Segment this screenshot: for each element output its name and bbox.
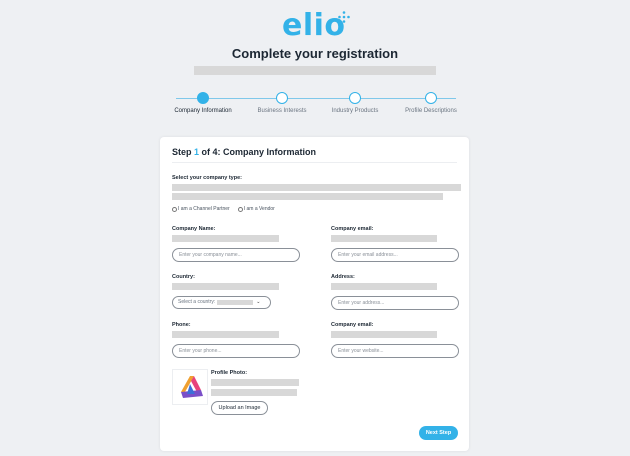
hint-placeholder (172, 283, 279, 290)
country-select[interactable]: Select a country: ⌄ (172, 296, 271, 309)
step-indicator (349, 92, 361, 104)
radio-label: I am a Vendor (243, 206, 275, 212)
company-logo-icon (181, 376, 203, 398)
country-select-placeholder: Select a country: (178, 299, 216, 305)
registration-stepper: Company Information Business Interests I… (0, 92, 630, 122)
step-indicator (276, 92, 288, 104)
profile-photo (172, 369, 208, 405)
step-profile-descriptions[interactable]: Profile Descriptions (376, 92, 486, 114)
radio-icon (237, 206, 243, 212)
upload-image-button[interactable]: Upload an Image (211, 401, 268, 415)
step-indicator (197, 92, 209, 104)
registration-card: Step 1 of 4: Company Information Select … (160, 137, 469, 451)
subtitle-placeholder (194, 66, 436, 75)
elio-logo: elio (282, 8, 350, 44)
radio-icon (172, 206, 177, 212)
hint-placeholder (172, 235, 279, 242)
step-indicator (425, 92, 437, 104)
logo-text: elio (282, 8, 346, 43)
description-placeholder (172, 184, 461, 191)
page-title: Complete your registration (231, 46, 399, 61)
step-label: Profile Descriptions (405, 108, 457, 114)
card-divider (172, 162, 457, 163)
profile-photo-label: Profile Photo: (211, 370, 248, 376)
company-type-options: I am a Channel Partner I am a Vendor (172, 206, 279, 212)
logo-dots-icon (338, 11, 350, 23)
chevron-down-icon: ⌄ (256, 299, 261, 305)
website-label: Company email: (331, 322, 374, 328)
phone-input[interactable]: Enter your phone... (172, 344, 300, 358)
next-step-button[interactable]: Next Step (419, 426, 458, 440)
phone-label: Phone: (172, 322, 191, 328)
hint-placeholder (331, 283, 437, 290)
card-title: Step 1 of 4: Company Information (172, 147, 316, 157)
company-email-input[interactable]: Enter your email address... (331, 248, 459, 262)
website-input[interactable]: Enter your website... (331, 344, 459, 358)
radio-vendor[interactable]: I am a Vendor (237, 206, 275, 212)
card-title-suffix: of 4: Company Information (199, 147, 317, 157)
company-name-label: Company Name: (172, 226, 216, 232)
hint-placeholder (331, 235, 437, 242)
country-label: Country: (172, 274, 195, 280)
selected-value-placeholder (217, 300, 254, 305)
card-title-prefix: Step (172, 147, 195, 157)
hint-placeholder (211, 379, 299, 386)
address-label: Address: (331, 274, 355, 280)
hint-placeholder (331, 331, 437, 338)
hint-placeholder (211, 389, 297, 396)
company-name-input[interactable]: Enter your company name... (172, 248, 300, 262)
description-placeholder (172, 193, 443, 200)
radio-label: I am a Channel Partner (178, 206, 230, 212)
hint-placeholder (172, 331, 279, 338)
company-email-label: Company email: (331, 226, 374, 232)
company-type-label: Select your company type: (172, 175, 242, 181)
address-input[interactable]: Enter your address... (331, 296, 459, 310)
radio-channel-partner[interactable]: I am a Channel Partner (172, 206, 230, 212)
